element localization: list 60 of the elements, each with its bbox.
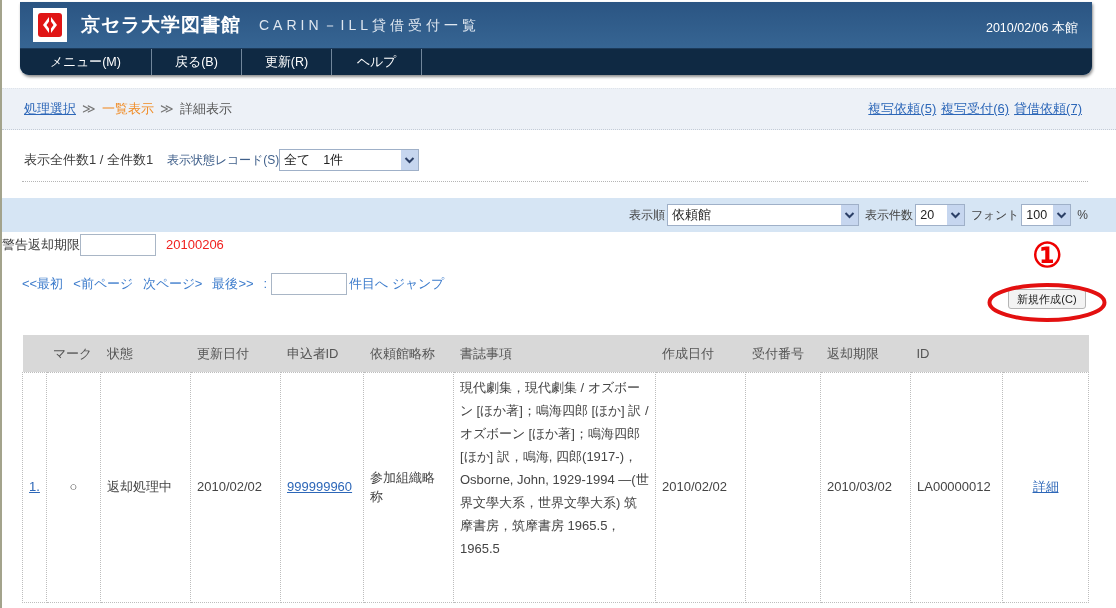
column-header: ID	[910, 335, 1003, 372]
page-size-select[interactable]: 20	[915, 204, 966, 226]
table-cell: 返却処理中	[100, 372, 191, 602]
pager-link[interactable]: <<最初	[22, 274, 64, 294]
warning-due-input[interactable]	[80, 234, 156, 256]
shortcut-link[interactable]: 複写受付(6)	[941, 99, 1010, 119]
breadcrumb-text: 詳細表示	[180, 100, 232, 119]
menu-item[interactable]: 戻る(B)	[152, 49, 242, 75]
column-header: マーク	[46, 335, 101, 372]
column-header: 更新日付	[190, 335, 281, 372]
table-cell: 現代劇集，現代劇集 / オズボーン [ほか著]；鳴海四郎 [ほか] 訳 / オズボーン [ほか著]；鳴海四郎 [ほか] 訳，鳴海, 四郎(1917-)，Osborne, John, 1929-1994 ―(世界文學大系，世界文學大系) 筑摩書房，筑摩書房 1965.5，1965.5	[453, 372, 656, 602]
separator-text: ≫	[82, 100, 96, 119]
percent-text: %	[1077, 207, 1088, 224]
library-title: 京セラ大学図書館	[81, 12, 241, 37]
page-title: CARIN－ILL貸借受付一覧	[259, 15, 481, 35]
new-record-button[interactable]: 新規作成(C)	[1008, 289, 1086, 309]
colon-text: :	[263, 275, 268, 294]
annotation-number: ①	[1032, 238, 1062, 272]
shortcut-link[interactable]: 複写依頼(5)	[868, 99, 937, 119]
detail-link[interactable]: 詳細	[1032, 479, 1059, 495]
status-filter-select[interactable]: 全て 1件	[279, 149, 420, 171]
pager-link[interactable]: 最後>>	[212, 274, 254, 294]
column-header: 受付番号	[745, 335, 821, 372]
pager-link[interactable]: 次ページ>	[142, 274, 203, 294]
column-header: 依頼館略称	[363, 335, 454, 372]
option-label: 表示件数	[865, 207, 914, 224]
breadcrumb-link[interactable]: 処理選択	[24, 99, 76, 119]
menu-item[interactable]: メニュー(M)	[20, 49, 152, 75]
warning-due-label: 警告返却期限	[2, 236, 80, 255]
logo-icon	[33, 8, 67, 42]
jump-label-text: 件目へ	[349, 275, 389, 294]
table-cell: ○	[46, 372, 101, 602]
warning-date-text: 20100206	[166, 236, 224, 255]
separator-text: ≫	[160, 100, 174, 119]
shortcut-link[interactable]: 貸借依頼(7)	[1014, 99, 1082, 119]
option-label: 表示順	[629, 207, 666, 224]
menu-item[interactable]: ヘルプ	[332, 49, 422, 75]
date-branch-text: 2010/02/06 本館	[985, 19, 1078, 37]
column-header: 申込者ID	[280, 335, 364, 372]
table-cell: LA00000012	[910, 372, 1003, 602]
jump-link[interactable]: ジャンプ	[392, 274, 445, 294]
table-cell: 参加組織略称	[363, 372, 454, 602]
column-header: 返却期限	[820, 335, 911, 372]
column-header: 作成日付	[655, 335, 746, 372]
row-number-link[interactable]: 1.	[29, 479, 40, 495]
pager-link[interactable]: <前ページ	[73, 274, 133, 294]
current-list-text: 一覧表示	[102, 100, 154, 119]
table-link[interactable]: 999999960	[287, 479, 353, 495]
table-cell: 2010/02/02	[190, 372, 281, 602]
column-header: 書誌事項	[453, 335, 656, 372]
table-cell: 2010/02/02	[655, 372, 746, 602]
font-size-select[interactable]: 100	[1021, 204, 1072, 226]
jump-number-input[interactable]	[271, 273, 348, 295]
menu-item[interactable]: 更新(R)	[242, 49, 332, 75]
record-count-text: 表示全件数1 / 全件数1	[24, 151, 154, 170]
status-filter-label: 表示状態レコード(S)	[167, 152, 280, 169]
sort-order-select[interactable]: 依頼館	[667, 204, 860, 226]
column-header: 状態	[100, 335, 191, 372]
table-cell: 2010/03/02	[820, 372, 911, 602]
option-label: フォント	[971, 207, 1020, 224]
